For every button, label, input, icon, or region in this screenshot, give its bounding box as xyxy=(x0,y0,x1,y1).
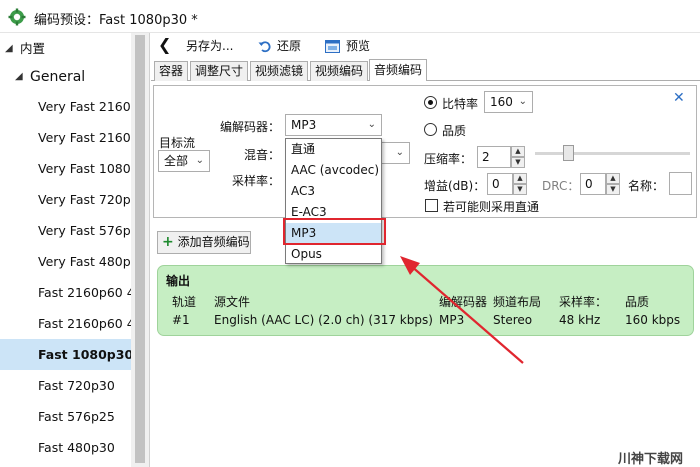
preview-label: 预览 xyxy=(346,39,371,53)
title-bar: 编码预设：Fast 1080p30 * xyxy=(0,0,700,33)
encoder-dropdown-list: 直通 AAC (avcodec) AC3 E-AC3 MP3 Opus xyxy=(285,138,382,264)
tree-group-label: 内置 xyxy=(20,41,46,56)
expand-arrow-icon[interactable]: ◢ xyxy=(15,61,23,92)
passthru-checkbox[interactable] xyxy=(425,199,438,212)
samplerate-label: 采样率： xyxy=(232,174,281,188)
preset-item[interactable]: Very Fast 480p xyxy=(0,246,131,277)
compression-spinner[interactable]: ▲ ▼ xyxy=(511,146,525,168)
encoder-label: 编解码器： xyxy=(220,120,281,134)
watermark-text: 川神下载网 xyxy=(618,452,684,467)
header-samplerate: 采样率： xyxy=(559,295,608,309)
restore-label: 还原 xyxy=(277,39,302,53)
annotation-highlight-box xyxy=(283,218,386,245)
bitrate-value: 160 xyxy=(490,95,513,109)
tab-video-filters[interactable]: 视频滤镜 xyxy=(250,61,309,81)
spin-up-icon[interactable]: ▲ xyxy=(511,146,525,157)
preset-item[interactable]: Very Fast 576p xyxy=(0,215,131,246)
compression-label: 压缩率： xyxy=(424,152,473,166)
encoder-value: MP3 xyxy=(291,118,317,132)
gain-input[interactable]: 0 xyxy=(487,173,513,195)
quality-label: 品质 xyxy=(442,124,467,138)
preset-item[interactable]: Fast 2160p60 4 xyxy=(0,308,131,339)
target-stream-label: 目标流 xyxy=(159,136,196,150)
plus-icon: + xyxy=(162,234,174,250)
chevron-down-icon: ⌄ xyxy=(518,96,527,107)
preset-item[interactable]: Fast 2160p60 4 xyxy=(0,277,131,308)
spin-down-icon[interactable]: ▼ xyxy=(513,184,527,195)
bitrate-select[interactable]: 160 ⌄ xyxy=(484,91,533,113)
add-audio-encoding-label: 添加音频编码 xyxy=(177,235,250,249)
preset-item-selected[interactable]: Fast 1080p30 * xyxy=(0,339,131,370)
tree-group-builtin[interactable]: ◢ 内置 xyxy=(0,33,131,64)
app-logo-icon xyxy=(8,8,26,26)
spin-up-icon[interactable]: ▲ xyxy=(513,173,527,184)
preset-item[interactable]: Fast 576p25 xyxy=(0,401,131,432)
preset-item[interactable]: Very Fast 720p xyxy=(0,184,131,215)
bitrate-label: 比特率 xyxy=(442,97,479,111)
quality-radio[interactable] xyxy=(424,123,437,136)
encoder-select[interactable]: MP3 ⌄ xyxy=(285,114,382,136)
back-button[interactable]: ❮ xyxy=(158,34,171,56)
tab-video-encoding[interactable]: 视频编码 xyxy=(310,61,369,81)
tab-resize[interactable]: 调整尺寸 xyxy=(190,61,249,81)
preset-item[interactable]: Fast 720p30 xyxy=(0,370,131,401)
preset-item[interactable]: Very Fast 2160p xyxy=(0,122,131,153)
passthru-label: 若可能则采用直通 xyxy=(443,200,540,214)
track-name-label: 名称： xyxy=(628,179,665,193)
target-stream-value: 全部 xyxy=(164,154,189,168)
mixdown-select[interactable]: ⌄ xyxy=(380,142,410,164)
close-track-button[interactable]: ✕ xyxy=(673,90,685,106)
output-title: 输出 xyxy=(166,274,191,288)
encoder-option[interactable]: Opus xyxy=(286,244,381,265)
spin-down-icon[interactable]: ▼ xyxy=(511,157,525,168)
header-track: 轨道 xyxy=(172,295,197,309)
preset-tree: ◢ 内置 ◢ General Very Fast 2160p Very Fast… xyxy=(0,33,150,467)
sidebar-scroll-thumb[interactable] xyxy=(135,35,145,463)
preset-item[interactable]: Very Fast 1080p xyxy=(0,153,131,184)
chevron-down-icon: ⌄ xyxy=(367,119,376,130)
spin-down-icon[interactable]: ▼ xyxy=(606,184,620,195)
preset-item[interactable]: Fast 480p30 xyxy=(0,432,131,463)
save-as-button[interactable]: 另存为... xyxy=(186,35,233,57)
add-audio-encoding-button[interactable]: + 添加音频编码 xyxy=(157,231,251,254)
tree-group-general[interactable]: ◢ General xyxy=(0,61,131,92)
gain-label: 增益(dB)： xyxy=(424,179,486,193)
window-title: 编码预设：Fast 1080p30 * xyxy=(34,13,198,28)
encoder-option[interactable]: AAC (avcodec) xyxy=(286,160,381,181)
compression-input[interactable]: 2 xyxy=(477,146,511,168)
header-source: 源文件 xyxy=(214,295,251,309)
undo-icon xyxy=(258,41,271,53)
tree-group-label: General xyxy=(30,69,86,85)
gain-spinner[interactable]: ▲ ▼ xyxy=(513,173,527,195)
drc-input[interactable]: 0 xyxy=(580,173,606,195)
drc-spinner[interactable]: ▲ ▼ xyxy=(606,173,620,195)
row-quality: 160 kbps xyxy=(625,313,681,327)
target-stream-select[interactable]: 全部 ⌄ xyxy=(158,150,210,172)
header-quality: 品质 xyxy=(625,295,650,309)
preview-icon xyxy=(325,40,340,53)
encoder-option[interactable]: AC3 xyxy=(286,181,381,202)
mixdown-label: 混音： xyxy=(244,148,281,162)
drc-label: DRC： xyxy=(542,179,580,193)
encoder-option[interactable]: 直通 xyxy=(286,139,381,160)
preview-button[interactable]: 预览 xyxy=(325,35,370,57)
expand-arrow-icon[interactable]: ◢ xyxy=(5,33,13,64)
spin-up-icon[interactable]: ▲ xyxy=(606,173,620,184)
chevron-down-icon: ⌄ xyxy=(395,147,404,158)
annotation-arrow-icon xyxy=(400,256,524,364)
track-name-input[interactable] xyxy=(669,172,692,195)
compression-slider-track[interactable] xyxy=(535,152,690,155)
bitrate-radio[interactable] xyxy=(424,96,437,109)
preset-item[interactable]: Very Fast 2160p xyxy=(0,91,131,122)
restore-button[interactable]: 还原 xyxy=(258,35,301,57)
row-samplerate: 48 kHz xyxy=(559,313,601,327)
tab-audio-encoding[interactable]: 音频编码 xyxy=(369,59,428,81)
chevron-down-icon: ⌄ xyxy=(195,155,204,166)
tab-container[interactable]: 容器 xyxy=(154,61,189,81)
row-track: #1 xyxy=(172,313,190,327)
compression-slider-thumb[interactable] xyxy=(563,145,574,161)
